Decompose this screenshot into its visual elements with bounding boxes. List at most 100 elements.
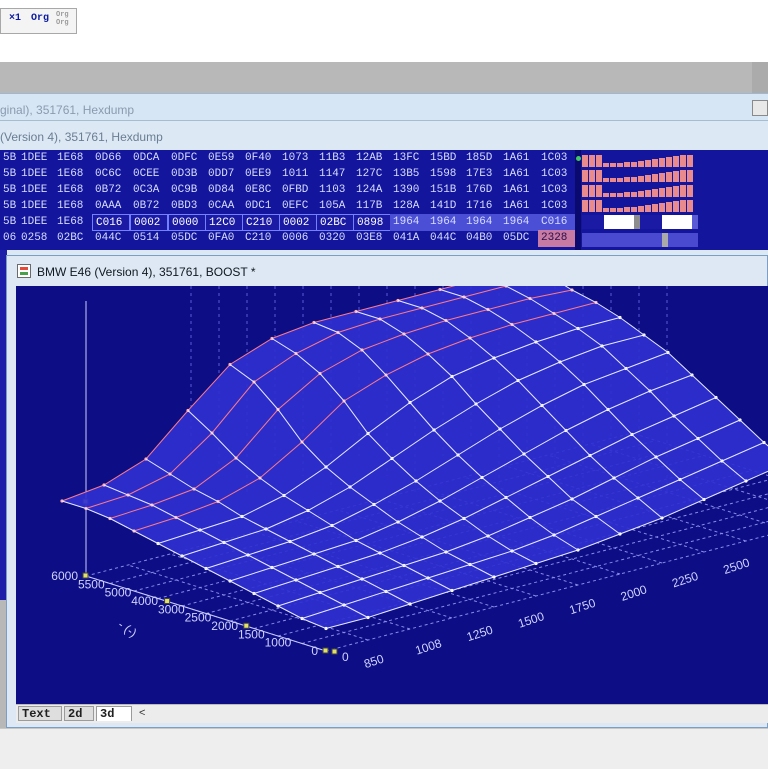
hexdump-cell[interactable]: 0FA0: [205, 230, 243, 247]
hexdump-cell[interactable]: 1DEE: [18, 214, 56, 231]
hexdump-cell[interactable]: 1C03: [538, 166, 576, 183]
hexdump-cell[interactable]: 0AAA: [92, 198, 130, 215]
hexdump-cell[interactable]: 05DC: [500, 230, 538, 247]
hexdump-cell[interactable]: C016: [538, 214, 576, 231]
hexdump-cell[interactable]: 11B3: [316, 150, 354, 167]
hexdump-cell[interactable]: 1DEE: [18, 198, 56, 215]
hexdump-cell[interactable]: 1C03: [538, 182, 576, 199]
hexdump-cell[interactable]: 1DEE: [18, 182, 56, 199]
hexdump-cell[interactable]: 1964: [500, 214, 538, 231]
hexdump-cell[interactable]: 1DEE: [18, 166, 56, 183]
hexdump-cell[interactable]: 1A61: [500, 198, 538, 215]
hexdump-cell[interactable]: 0002: [279, 214, 317, 231]
multiply-one-button[interactable]: ×1: [9, 13, 21, 24]
hexdump-cell[interactable]: 1C03: [538, 198, 576, 215]
hexdump-cell[interactable]: 185D: [463, 150, 501, 167]
hexdump-cell[interactable]: 0BD3: [168, 198, 206, 215]
hexdump-cell[interactable]: 0F40: [242, 150, 280, 167]
org-button[interactable]: Org: [31, 13, 49, 24]
hexdump-cell[interactable]: 0D84: [205, 182, 243, 199]
hexdump-cell[interactable]: 12AB: [353, 150, 391, 167]
hexdump-cell[interactable]: 044C: [427, 230, 465, 247]
hexdump-cell[interactable]: 1A61: [500, 166, 538, 183]
hexdump-cell[interactable]: 128A: [390, 198, 428, 215]
window-restore-button[interactable]: [752, 100, 768, 116]
tab-text[interactable]: Text: [18, 706, 62, 721]
hexdump-cell[interactable]: 127C: [353, 166, 391, 183]
hexdump-cell[interactable]: 1716: [463, 198, 501, 215]
hexdump-cell[interactable]: 13FC: [390, 150, 428, 167]
hexdump-cell[interactable]: 0C6C: [92, 166, 130, 183]
hexdump-cell[interactable]: 0DC1: [242, 198, 280, 215]
hexdump-cell[interactable]: 2328: [538, 230, 576, 247]
surface-3d-chart[interactable]: 850100812501500175020002250250027503003-…: [16, 265, 768, 704]
hexdump-cell[interactable]: 1A61: [500, 182, 538, 199]
hexdump-cell[interactable]: 1E68: [54, 150, 92, 167]
hexdump-cell[interactable]: 1E68: [54, 214, 92, 231]
hexdump-cell[interactable]: 0320: [316, 230, 354, 247]
hexdump-cell[interactable]: 05DC: [168, 230, 206, 247]
hexdump-cell[interactable]: C210: [242, 230, 280, 247]
hexdump-cell[interactable]: 13B5: [390, 166, 428, 183]
hexdump-cell[interactable]: 044C: [92, 230, 130, 247]
hexdump-cell[interactable]: 105A: [316, 198, 354, 215]
hexdump-cell[interactable]: 1147: [316, 166, 354, 183]
hexdump-cell[interactable]: 02BC: [54, 230, 92, 247]
hexdump-cell[interactable]: 141D: [427, 198, 465, 215]
hexdump-cell[interactable]: 15BD: [427, 150, 465, 167]
hexdump-cell[interactable]: 0EFC: [279, 198, 317, 215]
hexdump-cell[interactable]: 0514: [130, 230, 168, 247]
hexdump-cell[interactable]: 03E8: [353, 230, 391, 247]
hexdump-cell[interactable]: 0E59: [205, 150, 243, 167]
hexdump-cell[interactable]: 0000: [168, 214, 206, 231]
hexdump-cell[interactable]: 1598: [427, 166, 465, 183]
hexdump-cell[interactable]: 0DFC: [168, 150, 206, 167]
tab-3d[interactable]: 3d: [96, 706, 132, 721]
hexdump-cell[interactable]: 1C03: [538, 150, 576, 167]
hexdump-cell[interactable]: 0DCA: [130, 150, 168, 167]
window-titlebar[interactable]: BMW E46 (Version 4), 351761, BOOST *: [7, 256, 767, 286]
hexdump-cell[interactable]: 1964: [390, 214, 428, 231]
scroll-left-icon[interactable]: <: [139, 707, 145, 719]
hexdump-cell[interactable]: 1073: [279, 150, 317, 167]
hexdump-cell[interactable]: 124A: [353, 182, 391, 199]
hexdump-cell[interactable]: 0DD7: [205, 166, 243, 183]
hexdump-cell[interactable]: 151B: [427, 182, 465, 199]
hexdump-cell[interactable]: 02BC: [316, 214, 354, 231]
hexdump-cell[interactable]: 041A: [390, 230, 428, 247]
hexdump-row[interactable]: 06 0258 02BC 044C 0514 05DC 0FA0 C210 0006 0320 03…: [0, 230, 576, 248]
tab-2d[interactable]: 2d: [64, 706, 94, 721]
surface-3d-plot[interactable]: 850100812501500175020002250250027503003-…: [16, 265, 768, 704]
hexdump-cell[interactable]: 0002: [130, 214, 168, 231]
hexdump-cell[interactable]: 0258: [18, 230, 56, 247]
hexdump-cell[interactable]: 1103: [316, 182, 354, 199]
hexdump-cell[interactable]: 1DEE: [18, 150, 56, 167]
hexdump-cell[interactable]: 0C9B: [168, 182, 206, 199]
hexdump-cell[interactable]: 1390: [390, 182, 428, 199]
hexdump-cell[interactable]: 1E68: [54, 182, 92, 199]
hexdump-minimap[interactable]: [582, 153, 702, 249]
hexdump-cell[interactable]: 0CEE: [130, 166, 168, 183]
hexdump-cell[interactable]: 0006: [279, 230, 317, 247]
hexdump-cell[interactable]: 1011: [279, 166, 317, 183]
hexdump-cell[interactable]: 1E68: [54, 166, 92, 183]
hexdump-cell[interactable]: 0D66: [92, 150, 130, 167]
org-org-button[interactable]: Org Org: [56, 11, 69, 27]
hexdump-cell[interactable]: 0E8C: [242, 182, 280, 199]
hexdump-cell[interactable]: 12C0: [205, 214, 243, 231]
hexdump-cell[interactable]: 0EE9: [242, 166, 280, 183]
hexdump-cell[interactable]: 1964: [463, 214, 501, 231]
hexdump-cell[interactable]: 17E3: [463, 166, 501, 183]
hexdump-cell[interactable]: 0B72: [92, 182, 130, 199]
hexdump-cell[interactable]: 0CAA: [205, 198, 243, 215]
hexdump-cell[interactable]: 0C3A: [130, 182, 168, 199]
hexdump-cell[interactable]: 1A61: [500, 150, 538, 167]
hexdump-cell[interactable]: 176D: [463, 182, 501, 199]
hexdump-cell[interactable]: 0D3B: [168, 166, 206, 183]
hexdump-cell[interactable]: C016: [92, 214, 130, 231]
hexdump-cell[interactable]: 0FBD: [279, 182, 317, 199]
hexdump-cell[interactable]: 1E68: [54, 198, 92, 215]
hexdump-cell[interactable]: 0898: [353, 214, 391, 231]
hexdump-cell[interactable]: 1964: [427, 214, 465, 231]
hexdump-cell[interactable]: C210: [242, 214, 280, 231]
